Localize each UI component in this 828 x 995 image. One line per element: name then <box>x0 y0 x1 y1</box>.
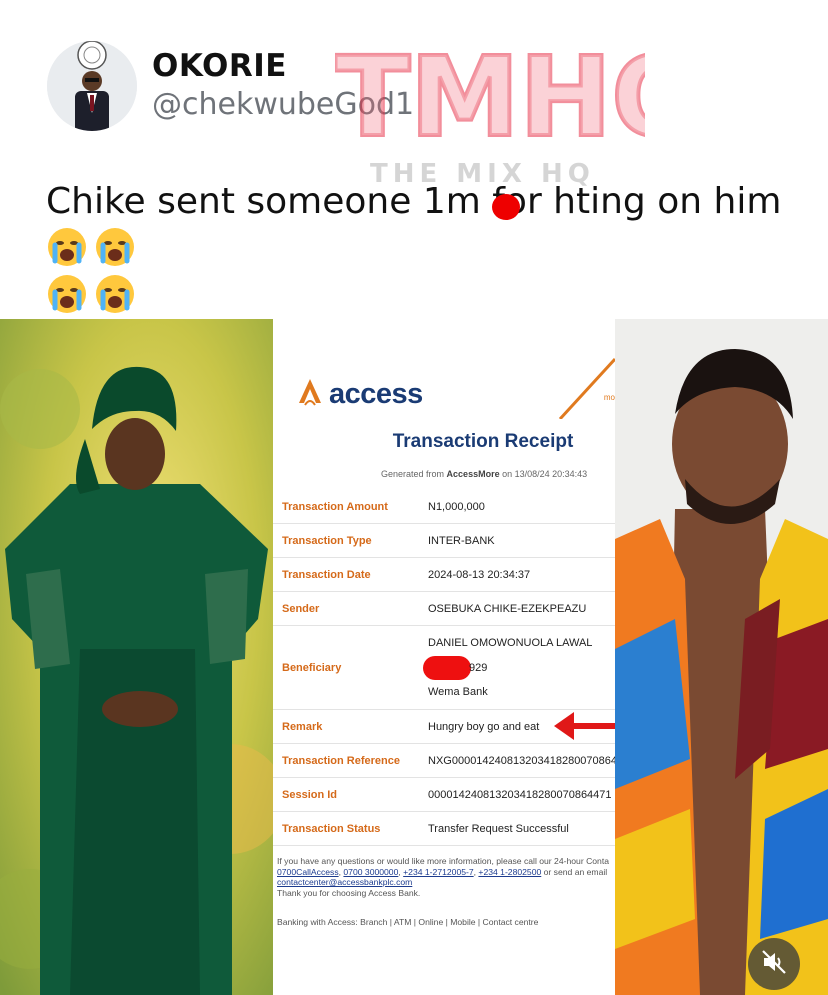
row-label: Transaction Date <box>282 569 371 581</box>
footer-thanks: Thank you for choosing Access Bank. <box>277 887 421 898</box>
phone-link[interactable]: 0700 3000000 <box>343 867 398 877</box>
beneficiary-bank: Wema Bank <box>428 686 488 698</box>
corner-text: mo <box>603 393 615 402</box>
left-photo[interactable] <box>0 319 273 995</box>
phone-link[interactable]: +234 1-2802500 <box>478 867 541 877</box>
corner-stripe <box>558 357 615 419</box>
generated-suffix: on 13/08/24 20:34:43 <box>502 469 588 479</box>
row-label: Transaction Amount <box>282 501 388 513</box>
row-value: 000014240813203418280070864471 <box>428 789 612 801</box>
row-transaction-reference: Transaction Reference NXG000014240813203… <box>273 744 615 778</box>
row-transaction-amount: Transaction Amount N1,000,000 <box>273 490 615 524</box>
receipt-rows: Transaction Amount N1,000,000 Transactio… <box>273 490 615 846</box>
row-label: Transaction Reference <box>282 755 400 767</box>
receipt-footer: If you have any questions or would like … <box>277 856 615 898</box>
row-value: 2024-08-13 20:34:37 <box>428 569 531 581</box>
row-label: Remark <box>282 721 323 733</box>
receipt-title: Transaction Receipt <box>392 431 574 452</box>
account-suffix: 929 <box>469 662 488 674</box>
display-name[interactable]: OKORIE <box>152 48 287 84</box>
row-beneficiary: Beneficiary DANIEL OMOWONUOLA LAWAL 929 … <box>273 626 615 710</box>
right-photo[interactable] <box>615 319 828 995</box>
generated-prefix: Generated from <box>381 469 445 479</box>
footer-line1: If you have any questions or would like … <box>277 856 609 866</box>
row-label: Transaction Type <box>282 535 372 547</box>
row-label: Beneficiary <box>282 662 342 674</box>
loudly-crying-face-icon <box>94 273 136 315</box>
footer-line2-suffix: or send an email <box>543 866 608 877</box>
access-bank-logo: access <box>297 377 423 412</box>
row-label: Session Id <box>282 789 338 801</box>
row-session-id: Session Id 00001424081320341828007086447… <box>273 778 615 812</box>
row-value: NXG00001424081320341828007086447 <box>428 755 615 767</box>
mute-button[interactable] <box>748 938 800 990</box>
row-transaction-type: Transaction Type INTER-BANK <box>273 524 615 558</box>
tweet-text: Chike sent someone 1m for hting on him <box>46 178 806 319</box>
generated-note: Generated from AccessMore on 13/08/24 20… <box>381 469 587 479</box>
censor-dot <box>492 194 520 220</box>
row-value: OSEBUKA CHIKE-EZEKPEAZU <box>428 603 587 615</box>
profile-avatar[interactable] <box>47 41 137 131</box>
loudly-crying-face-icon <box>46 226 88 268</box>
transaction-receipt: access mo Transaction Receipt Generated … <box>273 319 615 995</box>
access-chevron-icon <box>297 377 323 412</box>
row-transaction-status: Transaction Status Transfer Request Succ… <box>273 812 615 846</box>
loudly-crying-face-icon <box>94 226 136 268</box>
row-value: N1,000,000 <box>428 501 485 513</box>
email-link[interactable]: contactcenter@accessbankplc.com <box>277 877 412 887</box>
brand-name: access <box>329 378 423 410</box>
row-value: Hungry boy go and eat <box>428 721 540 733</box>
banking-channels: Banking with Access: Branch | ATM | Onli… <box>277 917 539 927</box>
user-handle[interactable]: @chekwubeGod1 <box>152 87 414 122</box>
generated-app: AccessMore <box>446 469 500 479</box>
loudly-crying-face-icon <box>46 273 88 315</box>
phone-link[interactable]: 0700CallAccess <box>277 867 339 877</box>
row-label: Transaction Status <box>282 823 381 835</box>
account-censor <box>423 656 471 680</box>
row-sender: Sender OSEBUKA CHIKE-EZEKPEAZU <box>273 592 615 626</box>
footer-contacts: 0700CallAccess, 0700 3000000, +234 1-271… <box>277 866 608 877</box>
row-label: Sender <box>282 603 320 615</box>
row-transaction-date: Transaction Date 2024-08-13 20:34:37 <box>273 558 615 592</box>
row-value: INTER-BANK <box>428 535 495 547</box>
row-value: Transfer Request Successful <box>428 823 569 835</box>
beneficiary-name: DANIEL OMOWONUOLA LAWAL <box>428 637 593 649</box>
speaker-muted-icon <box>761 949 787 980</box>
phone-link[interactable]: +234 1-2712005-7 <box>403 867 473 877</box>
tweet-text-part2: ting on him <box>576 181 782 222</box>
